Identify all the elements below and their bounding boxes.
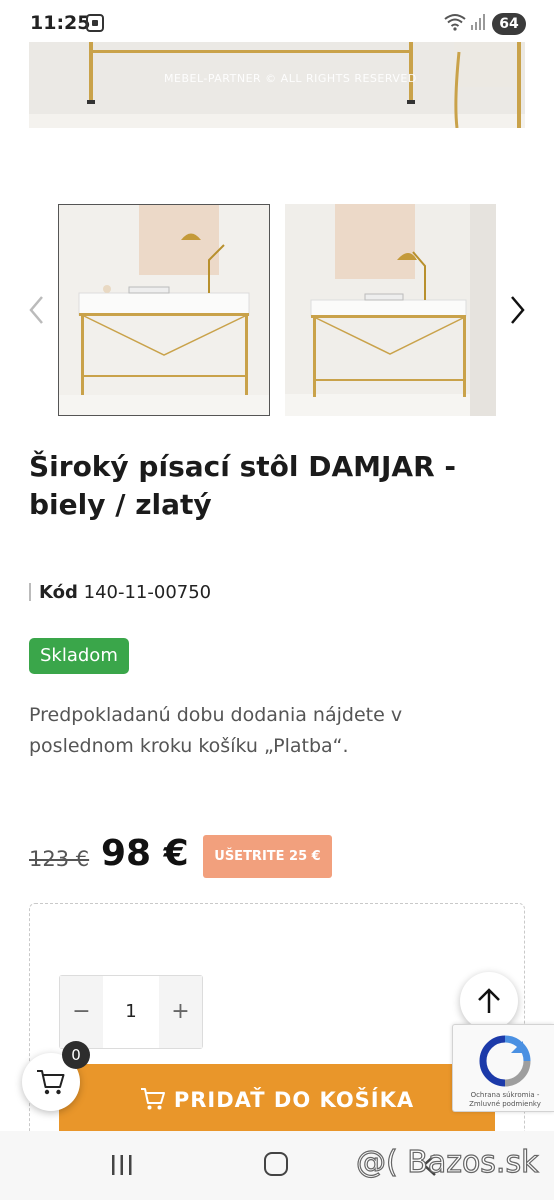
cart-icon bbox=[37, 1070, 65, 1095]
recaptcha-icon bbox=[479, 1035, 531, 1087]
scroll-to-top-button[interactable] bbox=[460, 972, 518, 1030]
gallery-next-arrow[interactable] bbox=[506, 294, 528, 326]
gallery-thumbnail[interactable] bbox=[285, 204, 496, 416]
product-title: Široký písací stôl DAMJAR - biely / zlat… bbox=[29, 450, 456, 521]
gallery-prev-arrow[interactable] bbox=[26, 294, 48, 326]
recaptcha-links[interactable]: Ochrana súkromia - Zmluvné podmienky bbox=[455, 1091, 554, 1109]
bazos-watermark: @( Bazos.sk bbox=[355, 1144, 539, 1180]
arrow-up-icon bbox=[478, 988, 500, 1013]
screenshot-icon bbox=[86, 14, 104, 32]
home-icon[interactable] bbox=[264, 1152, 288, 1176]
add-to-cart-button[interactable]: PRIDAŤ DO KOŠÍKA bbox=[59, 1064, 495, 1136]
product-main-image[interactable]: MEBEL-PARTNER © ALL RIGHTS RESERVED bbox=[29, 42, 525, 128]
savings-badge: UŠETRITE 25 € bbox=[203, 835, 332, 878]
desk-thumbnail-image bbox=[59, 205, 269, 415]
price-current: 98 € bbox=[101, 833, 189, 874]
status-bar: 11:25 64 bbox=[0, 0, 554, 42]
code-separator bbox=[29, 583, 31, 601]
quantity-increase-button[interactable]: + bbox=[159, 976, 202, 1048]
price-old: 123 € bbox=[29, 847, 90, 871]
product-code: Kód 140-11-00750 bbox=[29, 582, 211, 603]
cart-count-badge: 0 bbox=[62, 1041, 90, 1069]
quantity-decrease-button[interactable]: − bbox=[60, 976, 103, 1048]
cart-icon bbox=[140, 1088, 165, 1110]
image-watermark: MEBEL-PARTNER © ALL RIGHTS RESERVED bbox=[164, 72, 417, 85]
quantity-stepper: − 1 + bbox=[59, 975, 203, 1049]
recent-apps-icon[interactable] bbox=[110, 1153, 134, 1177]
gallery-thumbnail[interactable] bbox=[58, 204, 270, 416]
quantity-input[interactable]: 1 bbox=[103, 976, 159, 1048]
status-time: 11:25 bbox=[30, 12, 91, 34]
battery-indicator: 64 bbox=[492, 13, 526, 35]
delivery-info: Predpokladanú dobu dodania nájdete v pos… bbox=[29, 704, 403, 757]
product-code-value: 140-11-00750 bbox=[83, 582, 212, 603]
product-code-label: Kód bbox=[39, 582, 78, 603]
wifi-icon bbox=[444, 14, 466, 31]
desk-thumbnail-image bbox=[285, 204, 496, 416]
add-to-cart-label: PRIDAŤ DO KOŠÍKA bbox=[173, 1088, 415, 1112]
stock-badge: Skladom bbox=[29, 638, 129, 674]
desk-photo bbox=[29, 42, 525, 128]
system-nav-bar: @( Bazos.sk bbox=[0, 1131, 554, 1200]
recaptcha-badge[interactable]: Ochrana súkromia - Zmluvné podmienky bbox=[452, 1024, 554, 1112]
signal-icon bbox=[471, 14, 485, 30]
